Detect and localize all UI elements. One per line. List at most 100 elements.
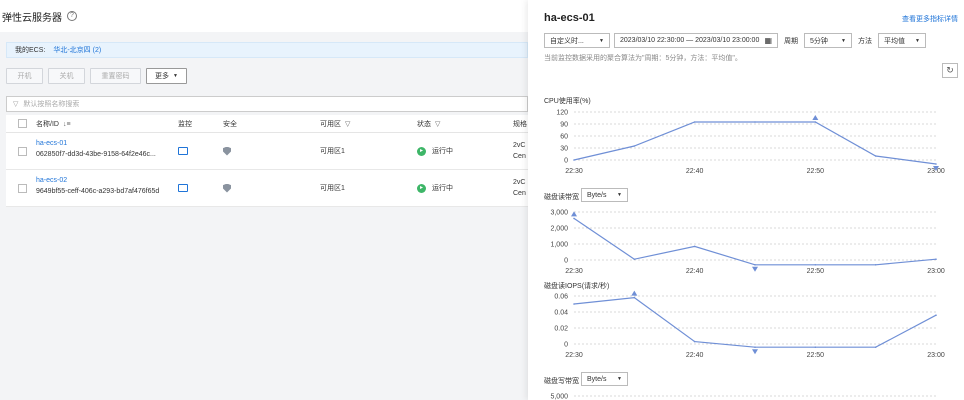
region-label: 我的ECS:: [15, 47, 46, 54]
x-tick-label: 22:30: [565, 168, 583, 175]
start-button[interactable]: 开机: [6, 68, 43, 84]
panel-title: ha-ecs-01: [544, 12, 595, 24]
cpu-chart: 120906030022:30 22:40 22:50 23:00: [556, 110, 945, 176]
method-select[interactable]: 平均值 ▼: [878, 33, 926, 48]
shield-icon[interactable]: [223, 183, 231, 193]
max-marker: [812, 115, 819, 120]
y-tick-label: 30: [560, 146, 568, 153]
disk-write-chart: 5,000: [550, 394, 936, 400]
monitor-icon[interactable]: [178, 184, 188, 192]
column-security: 安全: [223, 120, 237, 128]
period-label: 周期: [784, 37, 798, 45]
x-tick-label: 22:30: [565, 268, 583, 275]
filter-icon[interactable]: ▽: [345, 121, 350, 128]
data-point: [693, 245, 696, 248]
disk-iops-chart: 0.06 0.04 0.02 0 22:30 22:40 22:50 23:00: [554, 290, 945, 359]
stop-button[interactable]: 关机: [48, 68, 85, 84]
data-point: [633, 145, 636, 147]
region-bar: 我的ECS: 华北-北京四 (2): [6, 42, 528, 58]
unit-select[interactable]: Byte/s ▼: [581, 372, 628, 386]
more-button[interactable]: 更多 ▼: [146, 68, 187, 84]
y-tick-label: 3,000: [550, 210, 568, 217]
instance-id: 062850f7-dd3d-43be-9158-64f2e46c...: [36, 151, 156, 158]
y-tick-label: 0.02: [554, 326, 568, 333]
column-az: 可用区 ▽: [320, 120, 351, 128]
instance-name-cell: ha-ecs-01 062850f7-dd3d-43be-9158-64f2e4…: [36, 140, 156, 158]
running-icon: ▸: [417, 146, 426, 156]
min-marker: [752, 266, 758, 272]
help-icon[interactable]: ?: [67, 11, 77, 21]
disk-read-chart: 3,000 2,000 1,000 0 22:30 22:40 22:50 23:00: [550, 210, 945, 276]
data-point: [754, 264, 756, 266]
y-tick-label: 0: [564, 342, 568, 349]
reset-password-button[interactable]: 重置密码: [90, 68, 141, 84]
instance-name-link[interactable]: ha-ecs-01: [36, 140, 156, 147]
monitor-icon[interactable]: [178, 147, 188, 155]
chart-title-cpu: CPU使用率(%): [544, 98, 591, 105]
column-name: 名称/ID ↓≡: [36, 120, 71, 128]
chart-title-disk-iops: 磁盘读IOPS(请求/秒): [544, 283, 610, 290]
column-monitor: 监控: [178, 120, 192, 128]
datetime-picker[interactable]: 2023/03/10 22:30:00 — 2023/03/10 23:00:0…: [614, 33, 778, 48]
unit-select[interactable]: Byte/s ▼: [581, 188, 628, 202]
more-metrics-link[interactable]: 查看更多指标详情: [902, 14, 958, 24]
x-tick-label: 22:30: [565, 352, 583, 359]
aggregation-hint: 当前监控数据采用的聚合算法为"周期：5分钟，方法：平均值"。: [544, 55, 742, 62]
status-badge: ▸ 运行中: [417, 183, 453, 193]
table-header: 名称/ID ↓≡ 监控 安全 可用区 ▽ 状态 ▽ 规格: [6, 115, 528, 133]
instance-name-link[interactable]: ha-ecs-02: [36, 177, 159, 184]
status-text: 运行中: [432, 185, 453, 192]
row-checkbox[interactable]: [18, 183, 27, 193]
chevron-down-icon: ▼: [617, 376, 622, 382]
select-all-checkbox[interactable]: [18, 119, 27, 128]
series-line: [573, 296, 937, 348]
search-placeholder: 默认按照名称搜索: [23, 101, 80, 108]
y-tick-label: 2,000: [550, 226, 568, 233]
range-select[interactable]: 自定义时... ▼: [544, 33, 610, 48]
sort-icon[interactable]: ↓≡: [63, 121, 71, 128]
x-tick-label: 22:40: [686, 168, 704, 175]
max-marker: [631, 290, 638, 296]
x-tick-label: 22:50: [807, 352, 825, 359]
min-marker: [752, 349, 758, 355]
x-tick-label: 23:00: [927, 268, 945, 275]
y-tick-label: 120: [556, 110, 568, 117]
region-link[interactable]: 华北-北京四 (2): [53, 45, 101, 55]
page-header: 弹性云服务器 ?: [0, 0, 528, 32]
chevron-down-icon: ▼: [173, 73, 178, 79]
x-tick-label: 22:50: [807, 168, 825, 175]
az-value: 可用区1: [320, 148, 345, 155]
toolbar: 开机 关机 重置密码 更多 ▼: [6, 68, 187, 84]
search-filter-input[interactable]: ▽ 默认按照名称搜索: [6, 96, 528, 112]
column-status: 状态 ▽: [417, 120, 441, 128]
data-point: [573, 159, 575, 161]
calendar-icon: ▦: [764, 36, 772, 45]
shield-icon[interactable]: [223, 146, 231, 156]
data-point: [573, 303, 575, 305]
chevron-down-icon: ▼: [841, 37, 846, 44]
chevron-down-icon: ▼: [599, 37, 604, 44]
y-tick-label: 0: [564, 158, 568, 165]
refresh-icon[interactable]: ↻: [942, 63, 958, 78]
data-point: [874, 155, 877, 157]
data-point: [693, 340, 696, 343]
table-row: ha-ecs-02 9649bf55-ceff-406c-a293-bd7af4…: [6, 170, 528, 207]
chevron-down-icon: ▼: [617, 192, 622, 198]
data-point: [633, 296, 636, 299]
data-point: [935, 163, 937, 165]
max-marker: [571, 211, 577, 217]
period-select[interactable]: 5分钟 ▼: [804, 33, 852, 48]
filter-icon[interactable]: ▽: [435, 121, 440, 128]
chart-title-disk-read: 磁盘读带宽: [544, 194, 579, 201]
row-checkbox[interactable]: [18, 146, 27, 156]
data-point: [633, 258, 636, 260]
method-label: 方法: [858, 37, 872, 45]
data-point: [754, 346, 756, 348]
y-tick-label: 5,000: [550, 394, 568, 400]
x-tick-label: 22:40: [686, 352, 704, 359]
instance-table: 名称/ID ↓≡ 监控 安全 可用区 ▽ 状态 ▽ 规格 ha-ecs-01 0628…: [6, 115, 528, 207]
data-point: [693, 121, 696, 123]
table-row: ha-ecs-01 062850f7-dd3d-43be-9158-64f2e4…: [6, 133, 528, 170]
data-point: [935, 314, 937, 316]
y-tick-label: 0: [564, 258, 568, 265]
